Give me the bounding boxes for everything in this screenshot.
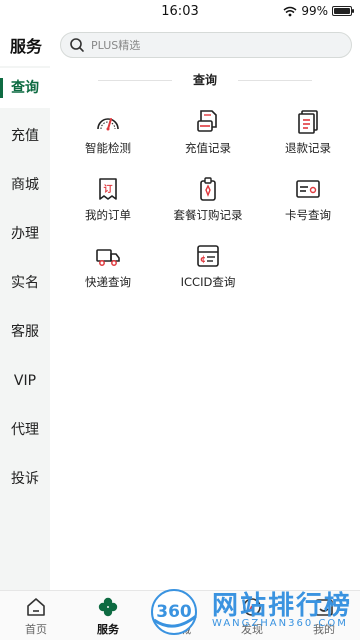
clover-icon [98, 597, 118, 617]
grid-item-label: 快递查询 [85, 275, 131, 289]
grid-item-label: 退款记录 [285, 141, 331, 155]
order-icon: 订 [99, 178, 117, 200]
grid-item-label: 卡号查询 [285, 208, 331, 222]
gauge-icon [97, 118, 119, 131]
refund-doc-icon [298, 110, 318, 134]
nav-label: 首页 [25, 623, 47, 636]
battery-icon [332, 6, 354, 16]
home-icon [27, 598, 45, 616]
svg-text:360: 360 [156, 602, 192, 622]
grid-item-label: ICCID查询 [180, 275, 236, 289]
grid-item-express-query[interactable]: 快递查询 [58, 243, 158, 303]
section-title: 查询 [192, 73, 217, 87]
content-panel: 查询 智能检测 充值记录 退款记录 订 我的订单 套餐订购记录 卡号查询 快递查… [50, 66, 360, 590]
sidebar-item-query[interactable]: 查询 [0, 68, 50, 108]
search-input[interactable]: PLUS精选 [60, 32, 352, 58]
grid-item-iccid-query[interactable]: ¢ ICCID查询 [158, 243, 258, 303]
divider [238, 80, 312, 81]
sidebar-item-service[interactable]: 客服 [0, 312, 50, 352]
nav-service[interactable]: 服务 [72, 591, 144, 640]
grid-item-label: 智能检测 [85, 141, 131, 155]
grid-item-label: 套餐订购记录 [173, 208, 243, 222]
svg-text:订: 订 [103, 183, 112, 195]
iccid-icon: ¢ [197, 245, 219, 267]
package-tag-icon [200, 177, 216, 201]
sidebar-item-realname[interactable]: 实名 [0, 263, 50, 303]
watermark-logo: 360 [151, 589, 197, 635]
wifi-icon [283, 6, 297, 16]
status-indicators: 99% [283, 4, 354, 18]
status-bar: 16:03 99% [0, 0, 360, 24]
grid-item-card-query[interactable]: 卡号查询 [258, 176, 358, 236]
card-record-icon [197, 110, 217, 132]
header: 服务 PLUS精选 [0, 24, 360, 66]
grid-item-my-orders[interactable]: 订 我的订单 [58, 176, 158, 236]
watermark: 360 网站排行榜 WANGZHAN360.COM [146, 582, 360, 640]
watermark-sub: WANGZHAN360.COM [212, 618, 348, 629]
grid-item-package-record[interactable]: 套餐订购记录 [158, 176, 258, 236]
id-card-icon [296, 180, 320, 198]
search-icon [70, 38, 84, 52]
sidebar-item-recharge[interactable]: 充值 [0, 116, 50, 156]
sidebar-item-complaint[interactable]: 投诉 [0, 459, 50, 499]
page-title: 服务 [10, 37, 43, 56]
sidebar-item-agent[interactable]: 代理 [0, 410, 50, 450]
sidebar-item-vip[interactable]: VIP [0, 361, 50, 401]
grid-item-smart-detect[interactable]: 智能检测 [58, 109, 158, 169]
sidebar-item-handle[interactable]: 办理 [0, 214, 50, 254]
battery-percent: 99% [301, 4, 328, 18]
grid-item-label: 充值记录 [185, 141, 231, 155]
sidebar: 查询 充值 商城 办理 实名 客服 VIP 代理 投诉 [0, 66, 50, 590]
svg-text:¢: ¢ [200, 255, 206, 265]
search-placeholder: PLUS精选 [91, 39, 141, 52]
watermark-brand: 网站排行榜 [212, 591, 353, 621]
truck-icon [96, 249, 120, 266]
grid-item-refund-record[interactable]: 退款记录 [258, 109, 358, 169]
grid-item-label: 我的订单 [85, 208, 131, 222]
sidebar-item-mall[interactable]: 商城 [0, 165, 50, 205]
grid-item-recharge-record[interactable]: 充值记录 [158, 109, 258, 169]
nav-home[interactable]: 首页 [0, 591, 72, 640]
nav-label: 服务 [97, 623, 119, 636]
